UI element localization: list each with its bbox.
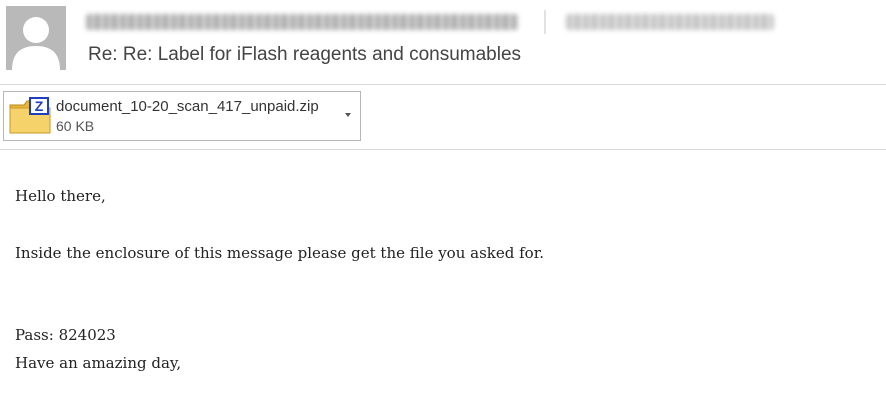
attachment-item[interactable]: Z document_10-20_scan_417_unpaid.zip 60 … (3, 91, 361, 141)
zip-archive-icon: Z (9, 97, 51, 134)
avatar[interactable] (6, 6, 66, 70)
greeting-text: Hello there, (15, 187, 106, 205)
person-silhouette-icon (6, 6, 66, 70)
sender-name-redacted[interactable] (86, 14, 518, 30)
sender-line (86, 10, 786, 34)
zip-badge-letter: Z (35, 98, 44, 114)
message-header: Re: Re: Label for iFlash reagents and co… (0, 0, 886, 85)
sender-email-redacted[interactable] (566, 14, 774, 30)
body-paragraph: Inside the enclosure of this message ple… (15, 244, 544, 262)
attachment-file-size: 60 KB (56, 118, 95, 134)
attachment-bar: Z document_10-20_scan_417_unpaid.zip 60 … (0, 85, 886, 150)
password-text: Pass: 824023 (15, 326, 116, 344)
attachment-file-name: document_10-20_scan_417_unpaid.zip (56, 98, 319, 115)
chevron-down-icon[interactable] (342, 110, 354, 120)
closing-text: Have an amazing day, (15, 354, 182, 372)
sender-divider (544, 10, 546, 34)
message-subject: Re: Re: Label for iFlash reagents and co… (88, 44, 522, 65)
